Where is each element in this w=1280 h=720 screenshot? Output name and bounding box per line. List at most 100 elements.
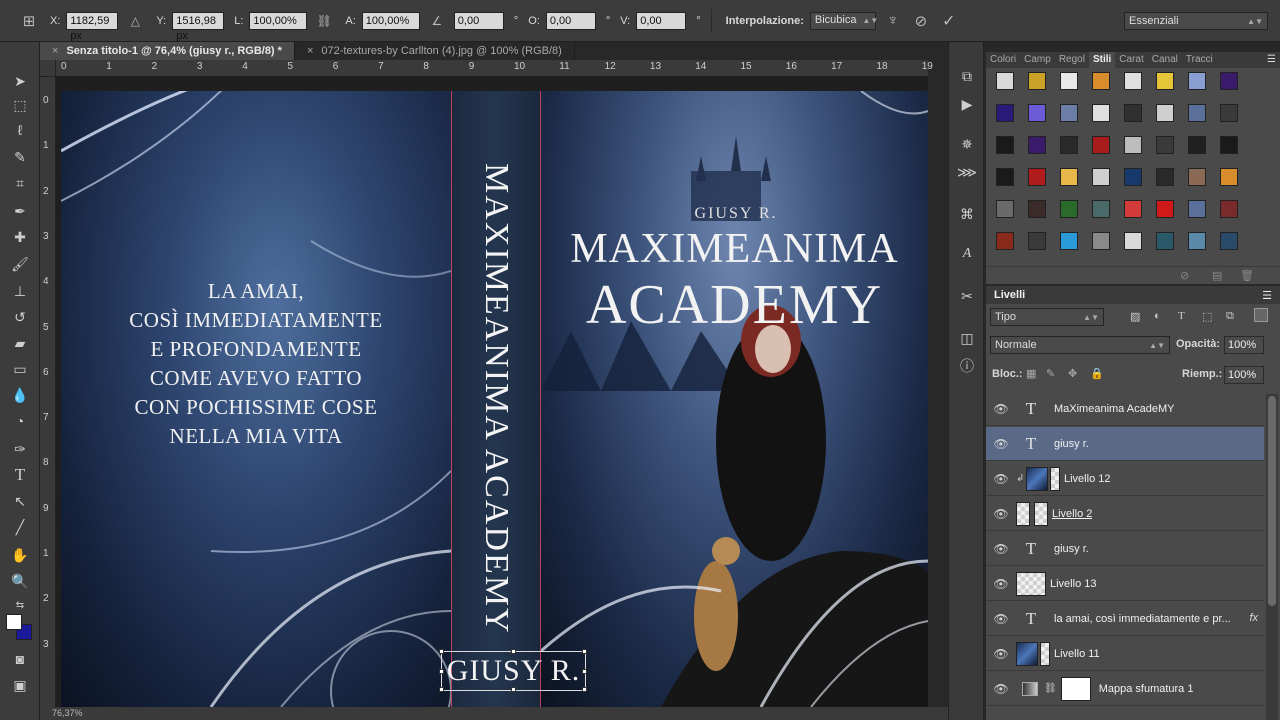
tab-swatches[interactable]: Camp xyxy=(1020,52,1055,68)
layers-scrollbar[interactable] xyxy=(1266,394,1278,720)
eyedropper-tool-icon[interactable]: ✒ xyxy=(8,200,32,222)
h-skew-field[interactable]: 0,00 xyxy=(545,11,596,30)
width-field[interactable]: 100,00% xyxy=(249,11,308,30)
zoom-tool-icon[interactable]: 🔍 xyxy=(8,570,32,592)
relative-position-icon[interactable]: △ xyxy=(124,10,146,32)
style-swatch[interactable] xyxy=(1188,168,1206,186)
type-tool-icon[interactable]: T xyxy=(8,464,32,486)
lasso-tool-icon[interactable]: ℓ xyxy=(8,119,32,141)
brush-tool-icon[interactable]: 🖌 xyxy=(8,253,32,275)
filter-adjustment-icon[interactable]: ◐ xyxy=(1154,310,1161,322)
style-swatch[interactable] xyxy=(1124,104,1142,122)
tab-document-2[interactable]: × 072-textures-by Carllton (4).jpg @ 100… xyxy=(295,42,575,60)
info-icon[interactable]: ⓘ xyxy=(957,356,977,376)
new-style-icon[interactable]: ▤ xyxy=(1212,269,1222,282)
tab-paths[interactable]: Tracci xyxy=(1182,52,1217,68)
fill-field[interactable]: 100% xyxy=(1224,366,1264,384)
x-field[interactable]: 1182,59 px xyxy=(66,11,119,42)
lock-all-icon[interactable]: 🔒 xyxy=(1090,367,1104,380)
transform-handle[interactable] xyxy=(439,669,444,674)
style-swatch[interactable] xyxy=(1188,232,1206,250)
quick-mask-icon[interactable]: ◙ xyxy=(8,648,32,670)
close-icon[interactable]: × xyxy=(307,45,313,57)
style-swatch[interactable] xyxy=(1156,72,1174,90)
commit-transform-icon[interactable]: ✓ xyxy=(938,10,960,32)
filter-type-icon[interactable]: T xyxy=(1178,310,1185,322)
visibility-eye-icon[interactable]: 👁 xyxy=(986,577,1016,591)
angle-field[interactable]: 0,00 xyxy=(453,11,504,30)
gradient-tool-icon[interactable]: ▭ xyxy=(8,358,32,380)
pen-tool-icon[interactable]: ✑ xyxy=(8,438,32,460)
filter-pixel-icon[interactable]: ▨ xyxy=(1130,310,1140,323)
style-swatch[interactable] xyxy=(1124,168,1142,186)
layer-filter-select[interactable]: Tipo ▲▼ xyxy=(990,308,1104,326)
tab-channels[interactable]: Canal xyxy=(1148,52,1182,68)
link-icon[interactable]: ⛓ xyxy=(313,10,335,32)
reference-point-icon[interactable]: ⊞ xyxy=(18,10,40,32)
filter-shape-icon[interactable]: ⬚ xyxy=(1202,310,1212,323)
visibility-eye-icon[interactable]: 👁 xyxy=(986,402,1016,416)
style-swatch[interactable] xyxy=(996,232,1014,250)
style-swatch[interactable] xyxy=(1124,136,1142,154)
height-field[interactable]: 100,00% xyxy=(361,11,420,30)
style-swatch[interactable] xyxy=(1028,72,1046,90)
tab-character[interactable]: Carat xyxy=(1115,52,1147,68)
style-swatch[interactable] xyxy=(1220,168,1238,186)
style-swatch[interactable] xyxy=(1060,232,1078,250)
style-swatch[interactable] xyxy=(1220,200,1238,218)
horizontal-ruler[interactable]: 0 1 2 3 4 5 6 7 8 9 10 11 12 13 14 15 16 17 18 19 xyxy=(56,60,933,77)
style-swatch[interactable] xyxy=(1220,232,1238,250)
interp-select[interactable]: Bicubica ▲▼ xyxy=(809,11,878,30)
delete-style-icon[interactable]: 🗑 xyxy=(1240,269,1254,282)
style-swatch[interactable] xyxy=(1188,136,1206,154)
style-swatch[interactable] xyxy=(1124,232,1142,250)
zoom-level[interactable]: 76,37% xyxy=(52,708,83,718)
cancel-transform-icon[interactable]: ⊘ xyxy=(910,10,932,32)
style-swatch[interactable] xyxy=(1092,104,1110,122)
tab-styles[interactable]: Stili xyxy=(1088,52,1116,68)
spine-author-transform-box[interactable]: GIUSY R. xyxy=(439,649,587,692)
style-swatch[interactable] xyxy=(1060,200,1078,218)
marquee-tool-icon[interactable]: ⬚ xyxy=(8,94,32,116)
paths-icon[interactable]: ⌘ xyxy=(957,204,977,224)
layer-effects-icon[interactable]: fx xyxy=(1249,612,1258,624)
move-tool-icon[interactable]: ➤ xyxy=(8,70,32,92)
path-select-tool-icon[interactable]: ↖ xyxy=(8,490,32,512)
style-swatch[interactable] xyxy=(1060,72,1078,90)
brushes-icon[interactable]: ⋙ xyxy=(957,162,977,182)
transform-handle[interactable] xyxy=(439,687,444,692)
healing-tool-icon[interactable]: ✚ xyxy=(8,226,32,248)
style-swatch[interactable] xyxy=(1028,104,1046,122)
tab-adjustments[interactable]: Regol xyxy=(1055,52,1089,68)
hand-tool-icon[interactable]: ✋ xyxy=(8,544,32,566)
layer-row[interactable]: 👁 Livello 2 xyxy=(986,497,1264,531)
style-swatch[interactable] xyxy=(1060,104,1078,122)
workspace-select[interactable]: Essenziali ▲▼ xyxy=(1124,12,1268,30)
layer-row[interactable]: 👁 Tla amai, così immediatamente e pr... fx xyxy=(986,602,1264,636)
dodge-tool-icon[interactable]: ◔ xyxy=(8,410,32,432)
brush-settings-icon[interactable]: ✵ xyxy=(957,134,977,154)
stamp-tool-icon[interactable]: ⊥ xyxy=(8,280,32,302)
link-icon[interactable]: ⛓ xyxy=(1044,683,1057,694)
style-swatch[interactable] xyxy=(1156,232,1174,250)
y-field[interactable]: 1516,98 px xyxy=(172,11,225,42)
actions-play-icon[interactable]: ▶ xyxy=(957,94,977,114)
blend-mode-select[interactable]: Normale ▲▼ xyxy=(990,336,1170,354)
tools-options-icon[interactable]: ✂ xyxy=(957,286,977,306)
style-swatch[interactable] xyxy=(1156,200,1174,218)
layer-row[interactable]: 👁 ↲ Livello 12 xyxy=(986,462,1264,496)
visibility-eye-icon[interactable]: 👁 xyxy=(986,682,1016,696)
style-swatch[interactable] xyxy=(1156,168,1174,186)
transform-handle[interactable] xyxy=(582,669,587,674)
eraser-tool-icon[interactable]: ▰ xyxy=(8,332,32,354)
quick-select-tool-icon[interactable]: ✎ xyxy=(8,146,32,168)
style-swatch[interactable] xyxy=(996,168,1014,186)
transform-handle[interactable] xyxy=(511,687,516,692)
style-swatch[interactable] xyxy=(996,104,1014,122)
transform-handle[interactable] xyxy=(511,649,516,654)
layer-row[interactable]: 👁 Tgiusy r. xyxy=(986,427,1264,461)
character-icon[interactable]: A xyxy=(957,244,977,264)
style-swatch[interactable] xyxy=(1220,72,1238,90)
close-icon[interactable]: × xyxy=(52,45,58,57)
style-swatch[interactable] xyxy=(1124,72,1142,90)
